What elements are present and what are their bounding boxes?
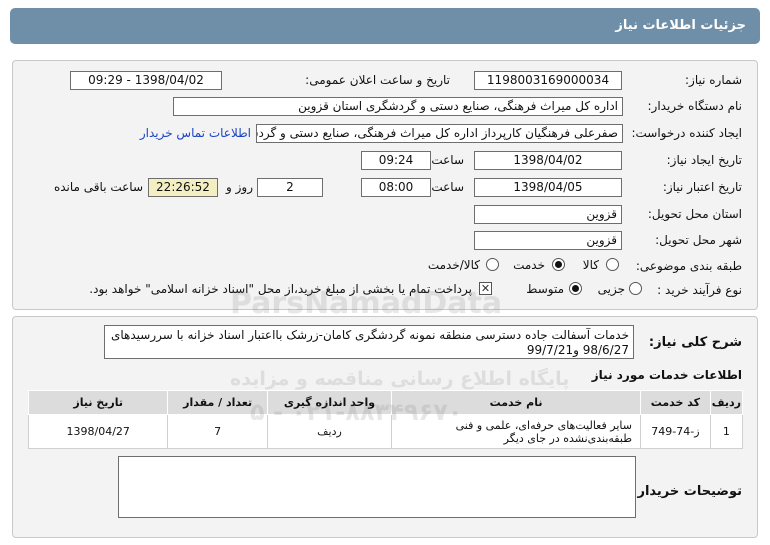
contact-info-link[interactable]: اطلاعات تماس خریدار [140,126,251,140]
requester-label: ایجاد کننده درخواست: [631,126,742,140]
buyer-org-label: نام دستگاه خریدار: [647,99,743,113]
category-goods-label: کالا [582,258,599,272]
category-goods-service-radio[interactable] [486,258,499,271]
service-name-cell: سایر فعالیت‌های حرفه‌ای، علمی و فنی طبقه… [391,414,641,449]
row-number-cell: 1 [709,414,744,449]
description-label: شرح کلی نیاز: [648,335,742,350]
table-row: 1 ز-74-749 سایر فعالیت‌های حرفه‌ای، علمی… [27,414,744,449]
validity-date-label: تاریخ اعتبار نیاز: [662,180,742,194]
unit-cell: ردیف [266,414,393,449]
page-title: جزئیات اطلاعات نیاز [10,8,760,44]
col-quantity: تعداد / مقدار [167,390,268,415]
services-title: اطلاعات خدمات مورد نیاز [591,368,742,382]
description-field: خدمات آسفالت جاده دسترسی منطقه نمونه گرد… [104,325,634,359]
col-unit: واحد اندازه گیری [266,390,393,415]
process-medium-label: متوسط [526,282,564,296]
col-service-name: نام خدمت [391,390,641,415]
buyer-notes-label: توضیحات خریدار: [632,484,742,499]
category-goods-radio[interactable] [606,258,619,271]
category-service-radio[interactable] [552,258,565,271]
buyer-notes-field [118,456,636,518]
remaining-label: ساعت باقی مانده [53,180,143,194]
validity-time-label: ساعت [431,180,464,194]
announce-label: تاریخ و ساعت اعلان عمومی: [305,73,450,87]
col-need-date: تاریخ نیاز [27,390,169,415]
treasury-payment-checkbox[interactable]: ✕ [479,282,492,295]
city-field: قزوین [474,231,622,250]
created-time-label: ساعت [431,153,464,167]
created-time-field: 09:24 [361,151,431,170]
created-date-field: 1398/04/02 [474,151,622,170]
requester-field: صفرعلی فرهنگیان کارپرداز اداره کل میراث … [256,124,623,143]
announce-field: 1398/04/02 - 09:29 [70,71,222,90]
need-number-field: 1198003169000034 [474,71,622,90]
province-label: استان محل تحویل: [647,207,742,221]
col-service-code: کد خدمت [639,390,711,415]
process-minor-label: جزیی [597,282,625,296]
process-minor-radio[interactable] [629,282,642,295]
province-field: قزوین [474,205,622,224]
days-remaining-field: 2 [257,178,323,197]
process-medium-radio[interactable] [569,282,582,295]
process-label: نوع فرآیند خرید : [657,283,742,297]
day-and-label: روز و [226,180,253,194]
validity-date-field: 1398/04/05 [474,178,622,197]
buyer-org-field: اداره کل میراث فرهنگی، صنایع دستی و گردش… [173,97,623,116]
treasury-payment-note: پرداخت تمام یا بخشی از مبلغ خرید،از محل … [89,282,472,296]
category-service-label: خدمت [513,258,545,272]
validity-time-field: 08:00 [361,178,431,197]
category-goods-service-label: کالا/خدمت [427,258,480,272]
table-header-row: ردیف کد خدمت نام خدمت واحد اندازه گیری ت… [27,390,744,415]
category-label: طبقه بندی موضوعی: [635,259,742,273]
col-row-number: ردیف [709,390,744,415]
need-number-label: شماره نیاز: [685,73,742,87]
quantity-cell: 7 [167,414,268,449]
need-date-cell: 1398/04/27 [27,414,169,449]
remaining-time-field: 22:26:52 [148,178,218,197]
created-date-label: تاریخ ایجاد نیاز: [666,153,742,167]
services-table: ردیف کد خدمت نام خدمت واحد اندازه گیری ت… [27,390,744,449]
service-code-cell: ز-74-749 [639,414,711,449]
city-label: شهر محل تحویل: [655,233,742,247]
